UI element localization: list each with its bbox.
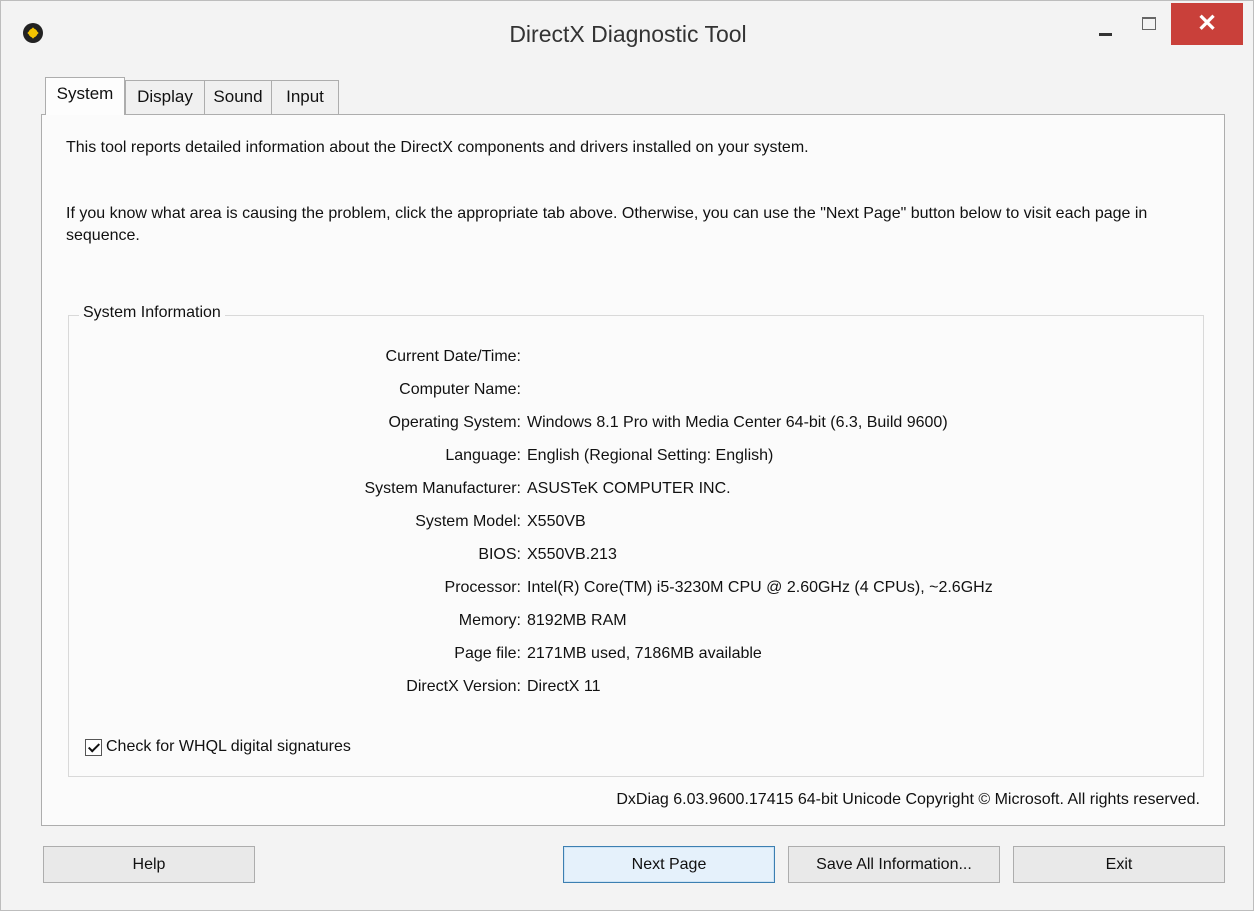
group-title: System Information bbox=[79, 304, 225, 322]
info-value: English (Regional Setting: English) bbox=[527, 447, 774, 464]
info-value: Intel(R) Core(TM) i5-3230M CPU @ 2.60GHz… bbox=[527, 579, 993, 596]
tab-input[interactable]: Input bbox=[271, 80, 339, 114]
dxdiag-window: DirectX Diagnostic Tool ✕ System Display… bbox=[0, 0, 1254, 911]
minimize-icon[interactable] bbox=[1084, 5, 1124, 43]
info-row-bios: BIOS: X550VB.213 bbox=[69, 546, 1169, 572]
info-label: System Model: bbox=[415, 513, 521, 530]
help-button[interactable]: Help bbox=[43, 846, 255, 883]
tab-sound[interactable]: Sound bbox=[204, 80, 272, 114]
info-value: 2171MB used, 7186MB available bbox=[527, 645, 762, 662]
info-value: ASUSTeK COMPUTER INC. bbox=[527, 480, 731, 497]
close-icon[interactable]: ✕ bbox=[1171, 3, 1243, 45]
info-value: 8192MB RAM bbox=[527, 612, 627, 629]
info-label: BIOS: bbox=[478, 546, 521, 563]
intro-text: This tool reports detailed information a… bbox=[66, 139, 809, 156]
info-row-language: Language: English (Regional Setting: Eng… bbox=[69, 447, 1169, 473]
info-label: System Manufacturer: bbox=[364, 480, 522, 497]
info-label: Current Date/Time: bbox=[385, 348, 521, 365]
info-label: Computer Name: bbox=[399, 381, 521, 398]
info-value: X550VB.213 bbox=[527, 546, 617, 563]
info-label: Memory: bbox=[458, 612, 521, 629]
info-row-page-file: Page file: 2171MB used, 7186MB available bbox=[69, 645, 1169, 671]
system-tab-panel: This tool reports detailed information a… bbox=[41, 114, 1225, 826]
info-value: Windows 8.1 Pro with Media Center 64-bit… bbox=[527, 414, 948, 431]
info-row-os: Operating System: Windows 8.1 Pro with M… bbox=[69, 414, 1169, 440]
title-bar[interactable]: DirectX Diagnostic Tool ✕ bbox=[1, 1, 1253, 67]
tab-display[interactable]: Display bbox=[125, 80, 205, 114]
system-information-group: System Information Current Date/Time: Co… bbox=[68, 304, 1204, 777]
info-value: DirectX 11 bbox=[527, 678, 601, 695]
info-label: Language: bbox=[445, 447, 521, 464]
save-all-information-button[interactable]: Save All Information... bbox=[788, 846, 1000, 883]
info-label: Operating System: bbox=[388, 414, 522, 431]
whql-checkbox[interactable] bbox=[85, 739, 102, 756]
info-row-memory: Memory: 8192MB RAM bbox=[69, 612, 1169, 638]
info-row-computer-name: Computer Name: bbox=[69, 381, 1169, 407]
info-label: DirectX Version: bbox=[406, 678, 521, 695]
info-row-datetime: Current Date/Time: bbox=[69, 348, 1169, 374]
instructions-text: If you know what area is causing the pro… bbox=[66, 205, 1148, 244]
info-label: Processor: bbox=[444, 579, 521, 596]
info-row-directx-version: DirectX Version: DirectX 11 bbox=[69, 678, 1169, 704]
copyright-text: DxDiag 6.03.9600.17415 64-bit Unicode Co… bbox=[616, 791, 1200, 808]
info-row-manufacturer: System Manufacturer: ASUSTeK COMPUTER IN… bbox=[69, 480, 1169, 506]
next-page-button[interactable]: Next Page bbox=[563, 846, 775, 883]
tab-system[interactable]: System bbox=[45, 77, 125, 115]
info-label: Page file: bbox=[454, 645, 521, 662]
info-row-model: System Model: X550VB bbox=[69, 513, 1169, 539]
whql-checkbox-label[interactable]: Check for WHQL digital signatures bbox=[106, 738, 351, 756]
exit-button[interactable]: Exit bbox=[1013, 846, 1225, 883]
window-title: DirectX Diagnostic Tool bbox=[509, 21, 747, 47]
maximize-icon[interactable] bbox=[1129, 5, 1169, 43]
info-value: X550VB bbox=[527, 513, 586, 530]
info-row-processor: Processor: Intel(R) Core(TM) i5-3230M CP… bbox=[69, 579, 1169, 605]
